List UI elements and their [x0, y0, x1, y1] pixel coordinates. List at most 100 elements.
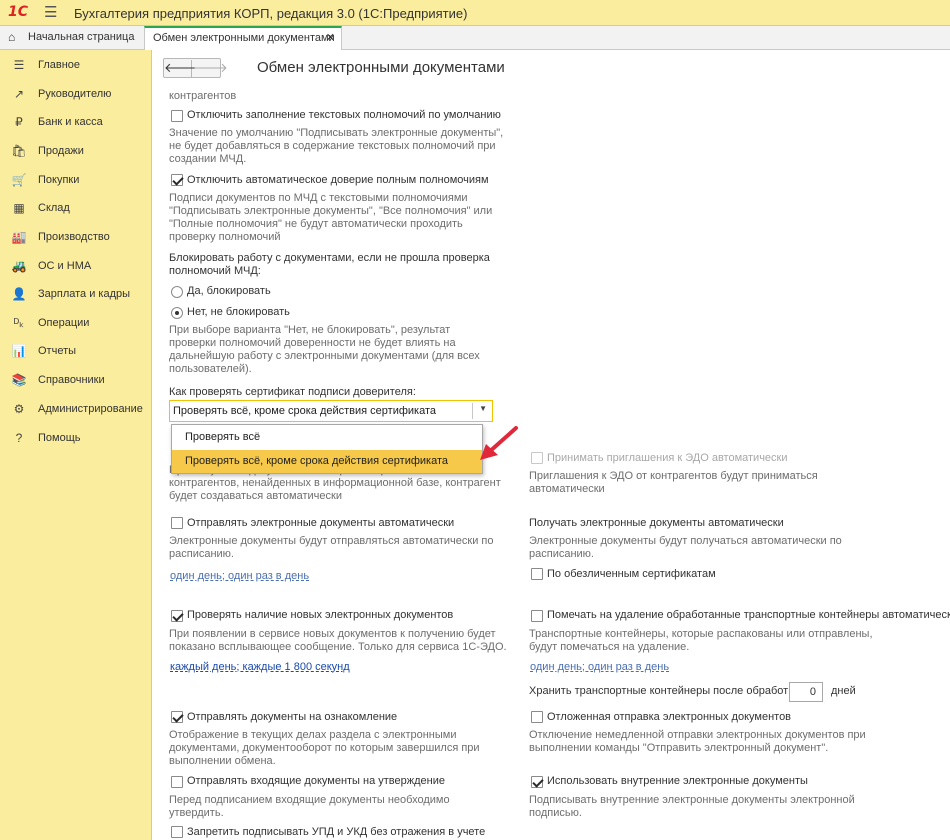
debit-credit-icon: ᴰₖ — [13, 316, 25, 330]
internal-docs-label: Использовать внутренние электронные доку… — [547, 775, 808, 787]
accept-invites-label: Принимать приглашения к ЭДО автоматическ… — [547, 452, 788, 464]
main-content: 🡐 🡒 Обмен электронными документами контр… — [153, 50, 950, 840]
hint-mark-delete: Транспортные контейнеры, которые распако… — [529, 628, 873, 653]
sidebar-item-purchases[interactable]: 🛒 Покупки — [0, 168, 152, 194]
delete-schedule-link[interactable]: один день; один раз в день — [530, 661, 669, 673]
combo-divider — [472, 403, 473, 419]
sidebar-item-label: Производство — [38, 231, 110, 243]
dropdown-option-label: Проверять всё, кроме срока действия серт… — [185, 455, 449, 467]
send-auto-checkbox[interactable] — [171, 517, 183, 529]
sidebar-item-main[interactable]: ☰ Главное — [0, 53, 152, 79]
cart-icon: 🛒 — [11, 173, 27, 187]
tab-home[interactable]: ⌂ Начальная страница — [0, 26, 142, 50]
sidebar-item-label: Зарплата и кадры — [38, 288, 131, 300]
dropdown-option-selected[interactable]: Проверять всё, кроме срока действия серт… — [172, 450, 482, 473]
sidebar-item-sales[interactable]: 🛍 Продажи — [0, 139, 152, 165]
hint-receive: Электронные документы будут получаться а… — [529, 535, 842, 560]
nav-buttons: 🡐 🡒 — [163, 58, 228, 78]
sidebar-item-manager[interactable]: ↗ Руководителю — [0, 82, 152, 108]
hint-deferred: Отключение немедленной отправки электрон… — [529, 729, 866, 754]
sidebar-item-label: ОС и НМА — [38, 260, 92, 272]
app-titlebar: 1C ☰ Бухгалтерия предприятия КОРП, редак… — [0, 0, 950, 26]
hint-full-trust: Подписи документов по МЧД с текстовыми п… — [169, 192, 493, 243]
list-icon: ☰ — [13, 58, 25, 72]
keep-containers-label: Хранить транспортные контейнеры после об… — [529, 685, 803, 697]
hint-no-block: При выборе варианта "Нет, не блокировать… — [169, 324, 480, 375]
sidebar-item-label: Банк и касса — [38, 116, 103, 128]
dropdown-option[interactable]: Проверять всё — [172, 426, 482, 449]
sidebar-item-help[interactable]: ? Помощь — [0, 426, 152, 452]
deferred-send-checkbox[interactable] — [531, 711, 543, 723]
sidebar-item-label: Склад — [38, 202, 70, 214]
hint-send-incoming: Перед подписанием входящие документы нео… — [169, 794, 450, 819]
tractor-icon: 🚜 — [11, 259, 27, 273]
hint-check-new: При появлении в сервисе новых документов… — [169, 628, 507, 653]
sidebar-item-label: Руководителю — [38, 88, 112, 100]
cert-check-dropdown: Проверять всё Проверять всё, кроме срока… — [171, 424, 483, 474]
warehouse-icon: ▦ — [13, 201, 25, 215]
sidebar-item-label: Продажи — [38, 145, 84, 157]
sidebar-item-salary[interactable]: 👤 Зарплата и кадры — [0, 282, 152, 308]
sidebar-item-admin[interactable]: ⚙ Администрирование — [0, 397, 152, 423]
check-schedule-link[interactable]: каждый день; каждые 1 800 секунд — [170, 661, 350, 673]
chart-icon: 📊 — [11, 344, 27, 358]
disable-full-trust-label: Отключить автоматическое доверие полным … — [187, 174, 489, 186]
mark-delete-checkbox[interactable] — [531, 610, 543, 622]
sidebar-item-label: Администрирование — [38, 403, 143, 415]
cert-check-select[interactable]: Проверять всё, кроме срока действия серт… — [169, 400, 493, 422]
impersonal-cert-checkbox[interactable] — [531, 568, 543, 580]
sidebar-item-references[interactable]: 📚 Справочники — [0, 368, 152, 394]
sidebar-item-label: Справочники — [38, 374, 105, 386]
keep-days-input[interactable]: 0 — [789, 682, 823, 702]
radio-block-no-label: Нет, не блокировать — [187, 306, 290, 318]
deferred-send-label: Отложенная отправка электронных документ… — [547, 711, 792, 723]
sidebar-item-label: Помощь — [38, 432, 81, 444]
tab-home-label: Начальная страница — [28, 31, 135, 43]
radio-block-yes[interactable] — [171, 286, 183, 298]
hint-send-auto: Электронные документы будут отправляться… — [169, 535, 494, 560]
hint-accept-invites: Приглашения к ЭДО от контрагентов будут … — [529, 470, 818, 495]
send-auto-label: Отправлять электронные документы автомат… — [187, 517, 455, 529]
check-new-label: Проверять наличие новых электронных доку… — [187, 609, 454, 621]
close-icon[interactable]: ✕ — [326, 31, 335, 44]
chevron-down-icon[interactable]: ▼ — [479, 404, 487, 413]
sidebar-item-label: Покупки — [38, 174, 80, 186]
1c-logo-icon: 1C — [8, 4, 29, 20]
sidebar-item-operations[interactable]: ᴰₖ Операции — [0, 311, 152, 337]
pointer-arrow-icon — [480, 426, 518, 460]
disable-text-powers-checkbox[interactable] — [171, 110, 183, 122]
sidebar-item-warehouse[interactable]: ▦ Склад — [0, 196, 152, 222]
accept-invites-checkbox[interactable] — [531, 452, 543, 464]
sidebar-item-production[interactable]: 🏭 Производство — [0, 225, 152, 251]
app-title: Бухгалтерия предприятия КОРП, редакция 3… — [74, 6, 468, 21]
internal-docs-checkbox[interactable] — [531, 776, 543, 788]
check-new-checkbox[interactable] — [171, 610, 183, 622]
factory-icon: 🏭 — [11, 230, 27, 244]
hint-send-review: Отображение в текущих делах раздела с эл… — [169, 729, 480, 767]
keep-days-unit: дней — [831, 685, 856, 697]
tabs-bar: ⌂ Начальная страница Обмен электронными … — [0, 26, 950, 50]
send-review-label: Отправлять документы на ознакомление — [187, 711, 398, 723]
block-label: Блокировать работу с документами, если н… — [169, 252, 490, 277]
gear-icon: ⚙ — [13, 402, 25, 416]
menu-icon[interactable]: ☰ — [44, 5, 57, 20]
send-incoming-checkbox[interactable] — [171, 776, 183, 788]
person-icon: 👤 — [11, 287, 27, 301]
tab-edo-label: Обмен электронными документами — [153, 32, 335, 44]
sidebar-item-bank[interactable]: ₽ Банк и касса — [0, 110, 152, 136]
bag-icon: 🛍 — [11, 144, 27, 158]
tab-edo[interactable]: Обмен электронными документами ✕ — [144, 26, 342, 50]
sidebar-item-reports[interactable]: 📊 Отчеты — [0, 339, 152, 365]
disable-full-trust-checkbox[interactable] — [171, 174, 183, 186]
send-review-checkbox[interactable] — [171, 711, 183, 723]
radio-block-no[interactable] — [171, 307, 183, 319]
forbid-sign-checkbox[interactable] — [171, 826, 183, 838]
sidebar-item-assets[interactable]: 🚜 ОС и НМА — [0, 254, 152, 280]
forbid-sign-label: Запретить подписывать УПД и УКД без отра… — [187, 826, 486, 838]
ruble-icon: ₽ — [15, 115, 23, 129]
keep-days-value: 0 — [809, 686, 816, 698]
back-arrow-icon[interactable]: 🡐 — [164, 60, 199, 77]
forward-arrow-icon[interactable]: 🡒 — [193, 60, 228, 77]
send-schedule-link[interactable]: один день; один раз в день — [170, 570, 309, 582]
cut-text: контрагентов — [169, 90, 237, 102]
